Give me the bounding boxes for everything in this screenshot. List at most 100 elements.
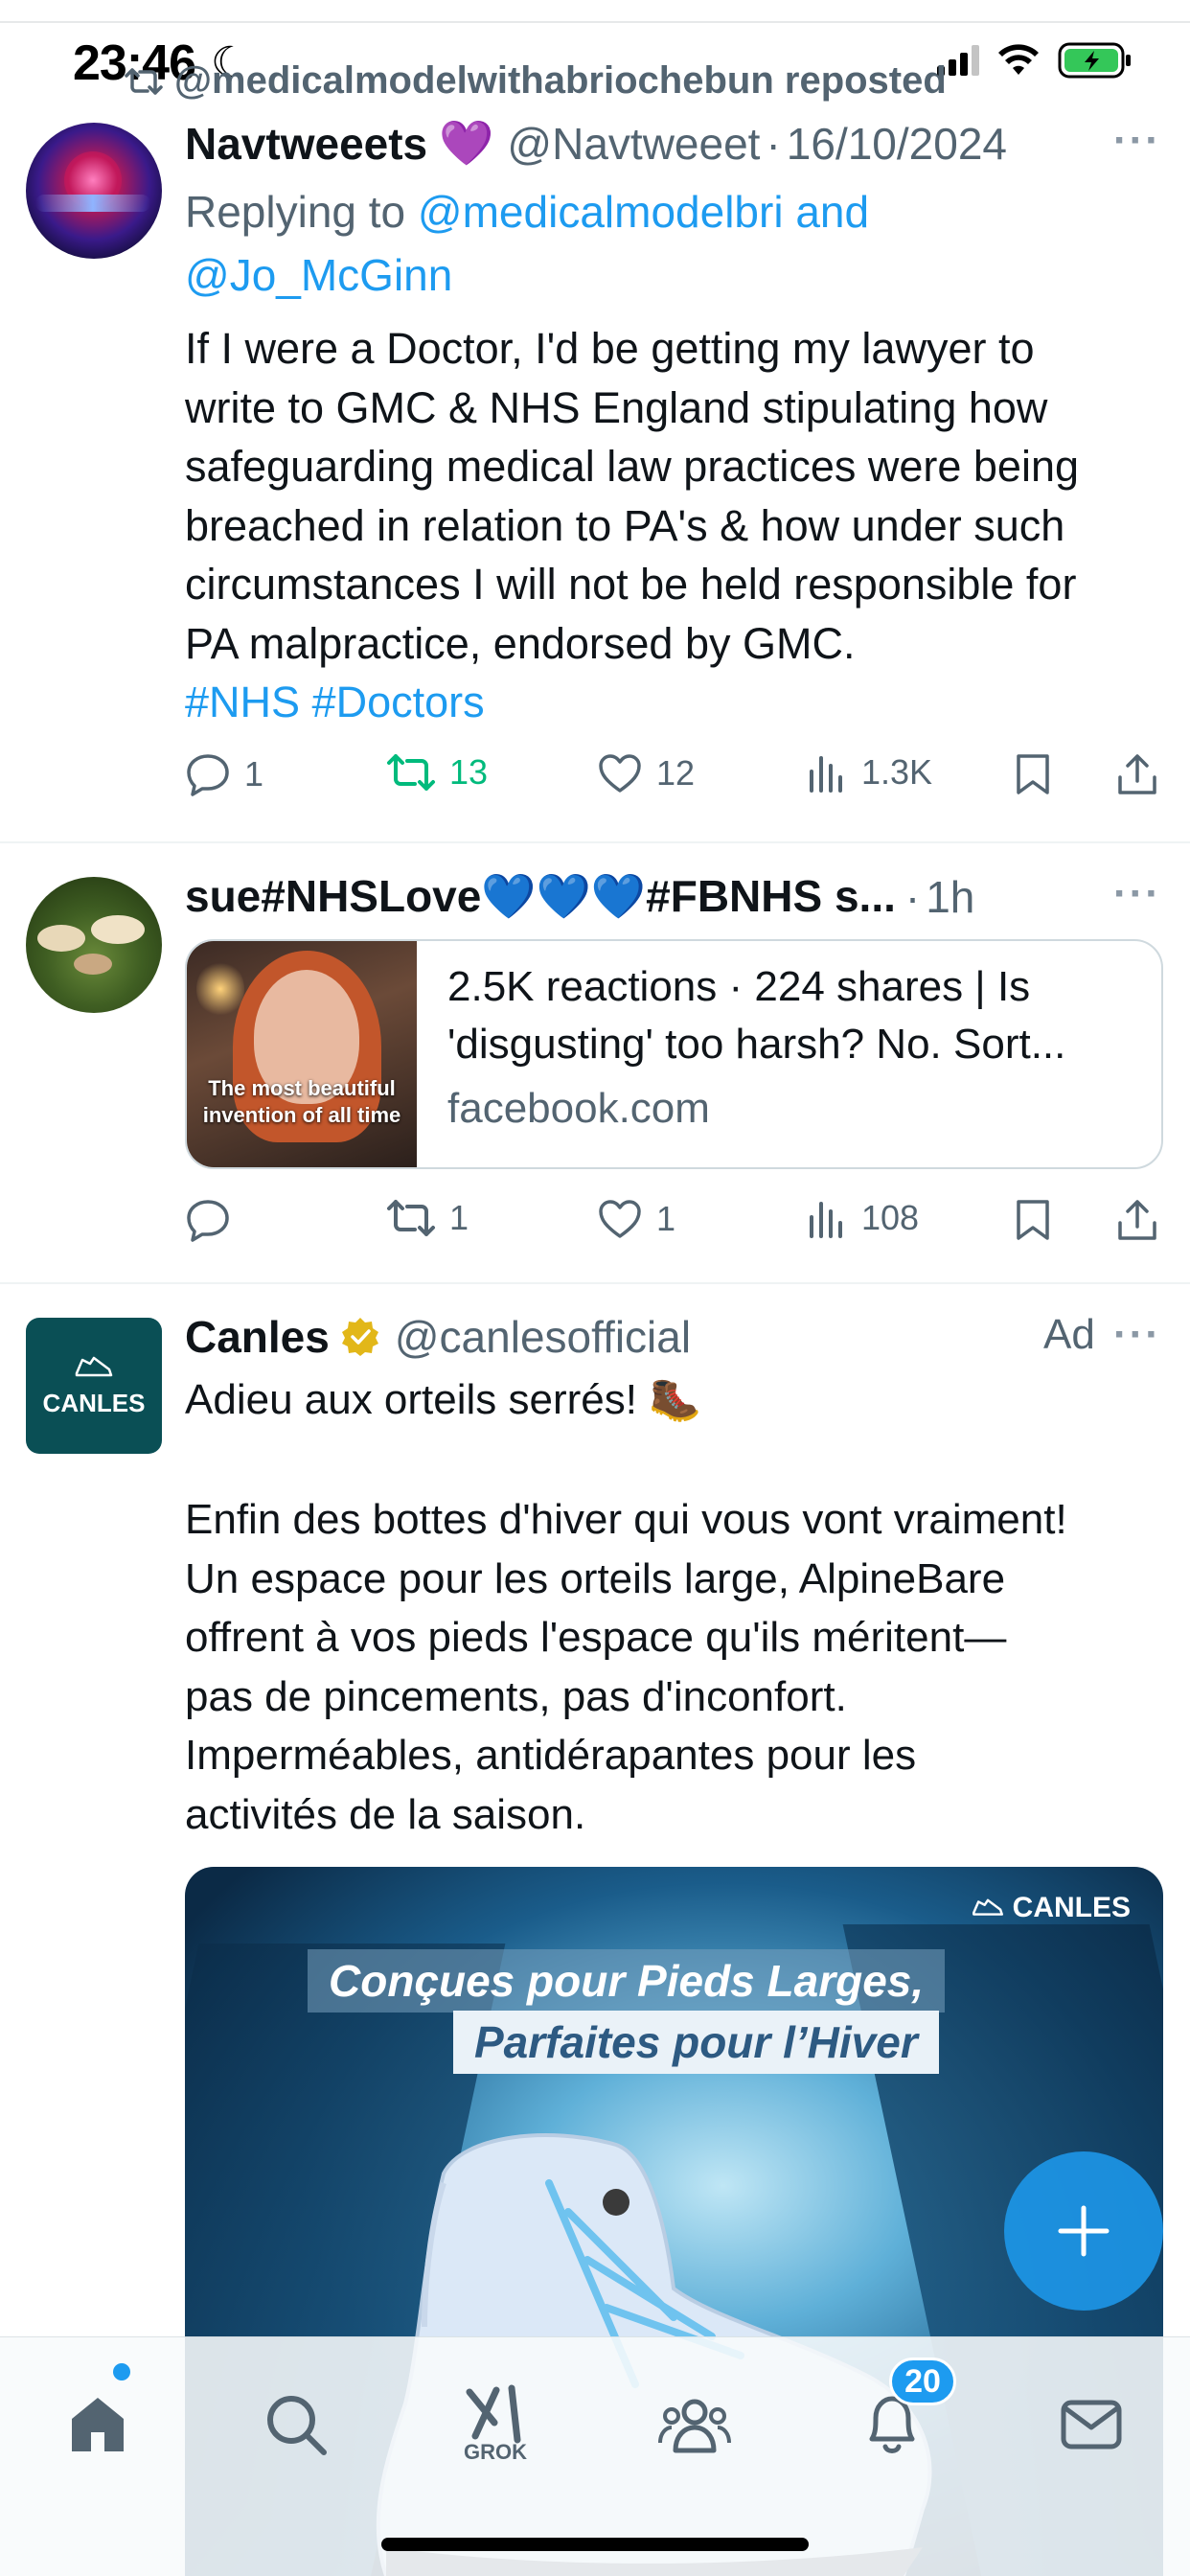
verified-badge-icon xyxy=(341,1318,378,1356)
name-emoji: 💜 xyxy=(439,118,494,168)
like-count: 1 xyxy=(656,1199,676,1238)
grok-icon xyxy=(466,2384,521,2444)
mention-link[interactable]: @medicalmodelbri and xyxy=(418,187,869,237)
avatar[interactable] xyxy=(26,123,162,259)
tab-home[interactable] xyxy=(45,2372,150,2477)
thumbnail-lamp xyxy=(196,960,244,1018)
post-text-line: safeguarding medical law practices were … xyxy=(185,442,1080,491)
share-button[interactable] xyxy=(1116,752,1158,796)
post-text-line: activités de la saison. xyxy=(185,1790,586,1838)
like-count: 12 xyxy=(656,753,696,793)
user-handle[interactable]: @Navtweeet xyxy=(507,118,760,170)
notifications-badge: 20 xyxy=(889,2358,956,2405)
ellipsis-icon[interactable]: ··· xyxy=(1113,1311,1161,1359)
post-text-line: breached in relation to PA's & how under… xyxy=(185,500,1065,550)
avatar-mushroom xyxy=(74,954,112,975)
user-handle[interactable]: @canlesofficial xyxy=(395,1311,691,1363)
mention-link[interactable]: @Jo_McGinn xyxy=(185,250,452,300)
post-time[interactable]: 1h xyxy=(926,871,974,923)
home-unread-dot xyxy=(113,2363,130,2380)
repost-banner-text: @medicalmodelwithabriochebun reposted xyxy=(174,59,947,102)
avatar-light-streak xyxy=(35,195,150,212)
avatar-brand-text: CANLES xyxy=(42,1388,146,1417)
repost-button[interactable]: 13 xyxy=(386,752,488,793)
status-icons xyxy=(937,42,1133,79)
reply-icon xyxy=(187,754,229,796)
avatar-mushroom xyxy=(91,915,145,944)
home-indicator[interactable] xyxy=(381,2538,809,2551)
shoe-logo-icon xyxy=(75,1356,113,1376)
tab-messages[interactable] xyxy=(1039,2372,1144,2477)
share-button[interactable] xyxy=(1116,1198,1158,1242)
post-date[interactable]: 16/10/2024 xyxy=(787,118,1007,170)
post-text-line: offrent à vos pieds l'espace qu'ils méri… xyxy=(185,1614,1007,1661)
avatar-mushroom xyxy=(37,925,85,952)
plus-icon xyxy=(1058,2205,1110,2257)
wifi-icon xyxy=(998,44,1039,75)
post-divider xyxy=(0,1282,1190,1284)
display-name[interactable]: Canles xyxy=(185,1311,330,1363)
avatar[interactable] xyxy=(26,877,162,1013)
replying-to: Replying to @medicalmodelbri and @Jo_McG… xyxy=(185,180,869,307)
hashtags[interactable]: #NHS #Doctors xyxy=(185,673,1079,732)
bookmark-icon xyxy=(1017,1200,1049,1240)
ellipsis-icon[interactable]: ··· xyxy=(1113,870,1161,918)
post-text: Enfin des bottes d'hiver qui vous vont v… xyxy=(185,1490,1067,1844)
views-count: 108 xyxy=(861,1198,920,1237)
action-bar: 1 1 108 xyxy=(185,1188,1190,1255)
bookmark-button[interactable] xyxy=(1015,1198,1051,1242)
post-divider xyxy=(0,841,1190,843)
battery-charging-icon xyxy=(1058,42,1131,79)
ad-brand-logo: CANLES xyxy=(971,1892,1131,1924)
repost-count: 13 xyxy=(449,752,489,792)
display-name[interactable]: Navtweeets xyxy=(185,118,427,170)
ad-brand-text: CANLES xyxy=(1012,1892,1131,1923)
like-icon xyxy=(599,754,641,793)
reply-button[interactable]: 1 xyxy=(185,752,263,796)
post-text-line: Adieu aux orteils serrés! 🥾 xyxy=(185,1376,701,1423)
display-name[interactable]: sue#NHSLove💙💙💙#FBNHS s... xyxy=(185,870,896,923)
compose-post-button[interactable] xyxy=(1004,2151,1163,2311)
repost-button[interactable]: 1 xyxy=(386,1198,469,1238)
repost-icon xyxy=(387,1200,435,1236)
views-count: 1.3K xyxy=(861,752,933,792)
ellipsis-icon[interactable]: ··· xyxy=(1113,117,1161,165)
like-icon xyxy=(599,1200,641,1238)
post-header: sue#NHSLove💙💙💙#FBNHS s... · 1h xyxy=(185,870,974,923)
link-card-domain: facebook.com xyxy=(447,1085,710,1132)
post-header: Navtweeets 💜 @Navtweeet · 16/10/2024 xyxy=(185,117,1007,170)
repost-count: 1 xyxy=(449,1198,469,1237)
link-card[interactable]: The most beautiful invention of all time… xyxy=(185,939,1163,1169)
like-button[interactable]: 1 xyxy=(597,1198,675,1240)
post-text-line: Un espace pour les orteils large, Alpine… xyxy=(185,1554,1006,1602)
views-icon xyxy=(810,1202,842,1238)
home-icon xyxy=(72,2398,124,2451)
share-icon xyxy=(1118,1200,1156,1240)
thumbnail-caption: The most beautiful invention of all time xyxy=(202,1076,401,1127)
reply-button[interactable] xyxy=(185,1198,244,1242)
bookmark-button[interactable] xyxy=(1015,752,1051,796)
repost-banner[interactable]: @medicalmodelwithabriochebun reposted xyxy=(125,59,947,103)
post-text-line: Enfin des bottes d'hiver qui vous vont v… xyxy=(185,1496,1067,1543)
post-text-line: Imperméables, antidérapantes pour les xyxy=(185,1732,917,1779)
link-card-line: 'disgusting' too harsh? No. Sort... xyxy=(447,1021,1066,1068)
bookmark-icon xyxy=(1017,754,1049,794)
search-icon xyxy=(267,2396,327,2455)
avatar[interactable]: CANLES xyxy=(26,1318,162,1454)
post-header: Canles @canlesofficial xyxy=(185,1311,691,1363)
tab-grok[interactable]: GROK xyxy=(443,2372,548,2477)
communities-icon xyxy=(658,2399,731,2453)
link-card-line: 2.5K reactions · 224 shares | Is xyxy=(447,963,1031,1010)
reply-icon xyxy=(187,1200,229,1242)
link-card-thumbnail: The most beautiful invention of all time xyxy=(187,941,417,1167)
tab-communities[interactable] xyxy=(642,2372,747,2477)
reply-count: 1 xyxy=(244,754,264,794)
replying-prefix: Replying to xyxy=(185,187,418,237)
views-button[interactable]: 108 xyxy=(808,1198,919,1238)
ad-headline-1: Conçues pour Pieds Larges, xyxy=(308,1949,946,2012)
tab-search[interactable] xyxy=(243,2372,349,2477)
views-button[interactable]: 1.3K xyxy=(808,752,932,793)
post-text-line: PA malpractice, endorsed by GMC. xyxy=(185,618,856,668)
like-button[interactable]: 12 xyxy=(597,752,695,794)
messages-icon xyxy=(1061,2400,1122,2450)
